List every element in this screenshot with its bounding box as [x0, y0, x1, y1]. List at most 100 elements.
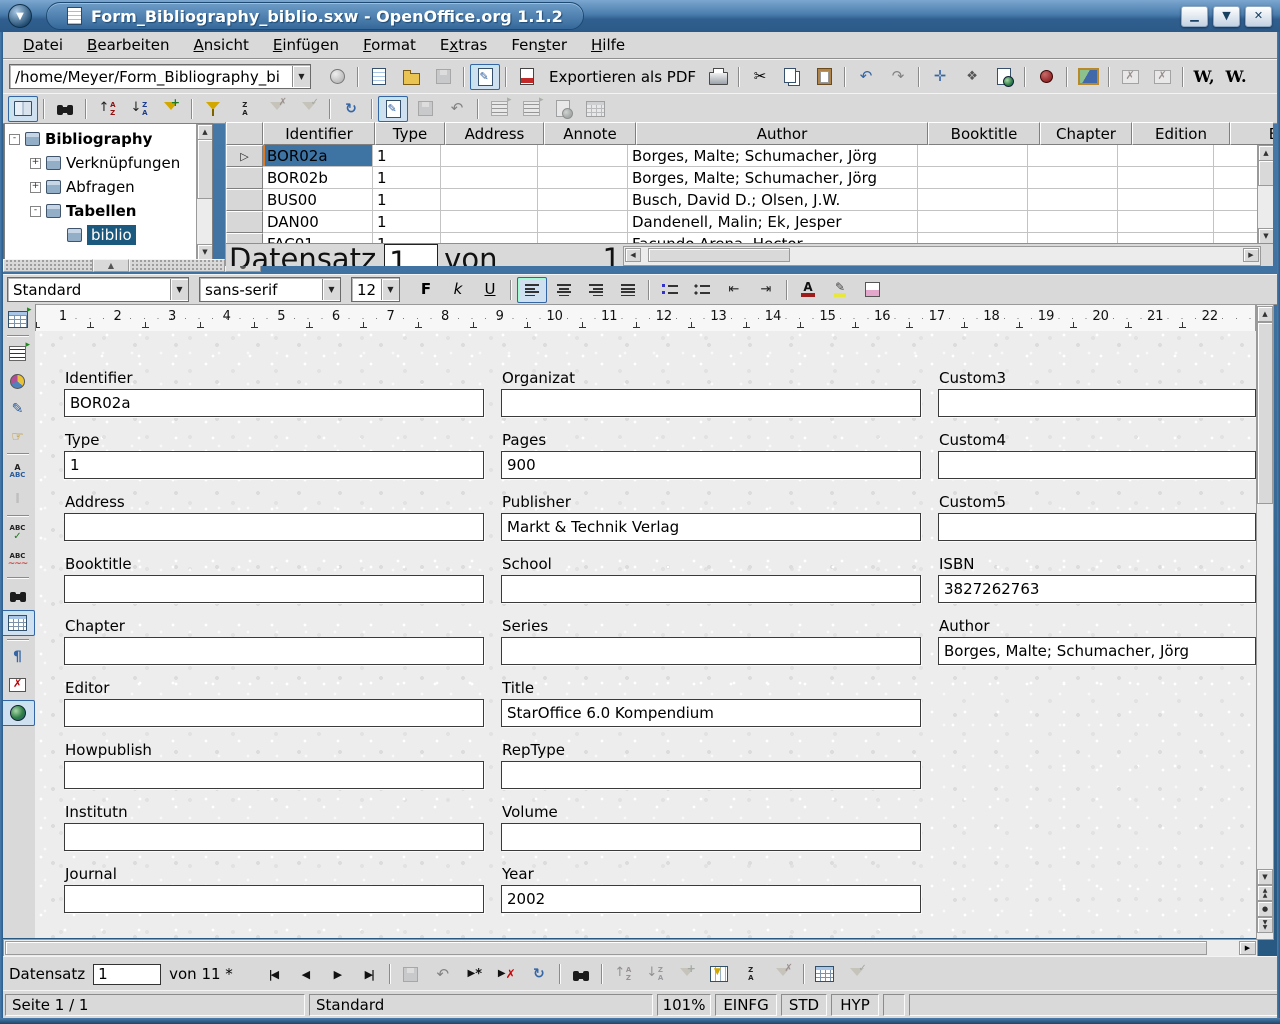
custom5-field[interactable] — [938, 513, 1256, 541]
selection-mode-status[interactable]: STD — [781, 994, 827, 1016]
print-file-button[interactable] — [703, 64, 733, 90]
publisher-field[interactable]: Markt & Technik Verlag — [501, 513, 921, 541]
page-style-status[interactable]: Standard — [309, 994, 653, 1016]
splitter-dots-handle[interactable] — [129, 259, 225, 272]
underline-button[interactable]: U — [475, 277, 505, 303]
find-record-button[interactable] — [50, 96, 80, 122]
expander-icon[interactable]: + — [30, 182, 41, 193]
hyperlink-mode-status[interactable]: HYP — [831, 994, 879, 1016]
grid-cell[interactable] — [1118, 145, 1214, 167]
find-replace-button[interactable] — [1, 582, 35, 608]
scroll-left-button[interactable]: ◀ — [625, 248, 641, 262]
collapse-panel-button[interactable]: ▲ — [93, 259, 129, 272]
bold-button[interactable]: F — [411, 277, 441, 303]
grid-cell[interactable] — [441, 167, 538, 189]
institutn-field[interactable] — [64, 823, 484, 851]
grid-cell[interactable]: 1 — [373, 145, 441, 167]
open-document-button[interactable] — [396, 64, 426, 90]
previous-record-button[interactable]: ◀ — [290, 961, 320, 987]
series-field[interactable] — [501, 637, 921, 665]
menu-hilfe[interactable]: Hilfe — [579, 34, 637, 56]
tree-item-tabellen[interactable]: -Tabellen — [9, 199, 212, 223]
menu-einf-gen[interactable]: Einfügen — [261, 34, 351, 56]
align-justify-button[interactable] — [613, 277, 643, 303]
maximize-button[interactable]: ▼ — [1213, 6, 1240, 27]
edit-data-button[interactable] — [378, 96, 408, 122]
grid-cell[interactable]: 1 — [373, 167, 441, 189]
increase-indent-button[interactable]: ⇥ — [751, 277, 781, 303]
grid-cell[interactable] — [538, 145, 628, 167]
isbn-field[interactable]: 3827262763 — [938, 575, 1256, 603]
refresh-data-button[interactable]: ↻ — [336, 96, 366, 122]
grid-cell[interactable] — [918, 211, 1028, 233]
stop-button[interactable] — [322, 64, 352, 90]
background-color-button[interactable] — [857, 277, 887, 303]
standard-filter-button[interactable] — [198, 96, 228, 122]
font-name-value[interactable]: sans-serif — [200, 281, 322, 299]
grid-cell[interactable] — [1118, 189, 1214, 211]
horizontal-ruler[interactable]: 12345678910111213141516171819202122 — [35, 304, 1256, 333]
draw-functions-button[interactable]: ✎ — [1, 396, 35, 422]
scrollbar-thumb[interactable] — [5, 941, 1207, 955]
scrollbar-thumb[interactable] — [1257, 322, 1273, 504]
spellcheck-button[interactable]: ABC✓ — [1, 520, 35, 546]
pages-field[interactable]: 900 — [501, 451, 921, 479]
online-layout-button[interactable] — [1, 700, 35, 726]
document-horizontal-scrollbar[interactable]: ▶ — [3, 939, 1258, 957]
refresh-form-button[interactable]: ↻ — [524, 961, 554, 987]
bullet-list-button[interactable] — [687, 277, 717, 303]
menu-datei[interactable]: Datei — [11, 34, 75, 56]
insert-fields-button[interactable] — [1, 340, 35, 366]
align-left-button[interactable] — [517, 277, 547, 303]
scroll-down-button[interactable]: ▼ — [1258, 228, 1273, 244]
style-dropdown-button[interactable]: ▼ — [170, 279, 188, 300]
cut-button[interactable]: ✂ — [745, 64, 775, 90]
grid-cell[interactable] — [1028, 145, 1118, 167]
grid-cell[interactable]: Dandenell, Malin; Ek, Jesper — [628, 211, 918, 233]
font-color-button[interactable]: A — [793, 277, 823, 303]
scroll-up-button[interactable]: ▲ — [197, 124, 213, 140]
menu-bearbeiten[interactable]: Bearbeiten — [75, 34, 181, 56]
column-header-chapter[interactable]: Chapter — [1040, 122, 1132, 145]
window-menu-button[interactable]: ▼ — [8, 4, 32, 28]
graphics-on-off-button[interactable] — [1, 672, 35, 698]
volume-field[interactable] — [501, 823, 921, 851]
grid-cell[interactable] — [918, 167, 1028, 189]
reptype-field[interactable] — [501, 761, 921, 789]
find-record-button[interactable] — [566, 961, 596, 987]
copy-button[interactable] — [777, 64, 807, 90]
hyperlink-dialog-button[interactable] — [989, 64, 1019, 90]
url-input[interactable]: /home/Meyer/Form_Bibliography_bi — [10, 68, 292, 86]
splitter-handle-bar[interactable]: ▲ ● — [3, 259, 261, 272]
data-sources-button[interactable] — [1, 610, 35, 636]
decrease-indent-button[interactable]: ⇤ — [719, 277, 749, 303]
close-button[interactable]: ✕ — [1245, 6, 1272, 27]
expander-icon[interactable]: + — [30, 158, 41, 169]
grid-cell[interactable] — [918, 145, 1028, 167]
font-size-combobox[interactable]: 12 ▼ — [351, 277, 400, 302]
grid-cell[interactable] — [441, 189, 538, 211]
sort-ascending-button[interactable] — [92, 96, 122, 122]
edit-file-button[interactable] — [470, 64, 500, 90]
scrollbar-thumb[interactable] — [648, 248, 790, 262]
autotext-button[interactable]: AABC — [1, 458, 35, 484]
row-header[interactable] — [226, 167, 263, 189]
new-record-button[interactable] — [460, 961, 490, 987]
column-header-booktitle[interactable]: Booktitle — [928, 122, 1040, 145]
sort-descending-button[interactable] — [124, 96, 154, 122]
font-size-value[interactable]: 12 — [352, 281, 381, 299]
grid-cell[interactable] — [441, 145, 538, 167]
howpublish-field[interactable] — [64, 761, 484, 789]
previous-page-button[interactable]: ▲ ▲ — [1257, 885, 1273, 901]
column-header-type[interactable]: Type — [375, 122, 445, 145]
menu-format[interactable]: Format — [351, 34, 428, 56]
font-dropdown-button[interactable]: ▼ — [322, 279, 340, 300]
navigation-dot-button[interactable]: ● — [1257, 901, 1273, 917]
autospellcheck-button[interactable]: ABC~~~ — [1, 548, 35, 574]
tree-item-verkn-pfungen[interactable]: +Verknüpfungen — [9, 151, 212, 175]
paragraph-style-combobox[interactable]: Standard ▼ — [7, 277, 189, 302]
minimize-button[interactable]: ▁ — [1181, 6, 1208, 27]
w-comma-macro-button[interactable]: W, — [1189, 64, 1219, 90]
scroll-down-button[interactable]: ▼ — [197, 244, 213, 260]
scroll-up-button[interactable]: ▲ — [1258, 145, 1273, 161]
